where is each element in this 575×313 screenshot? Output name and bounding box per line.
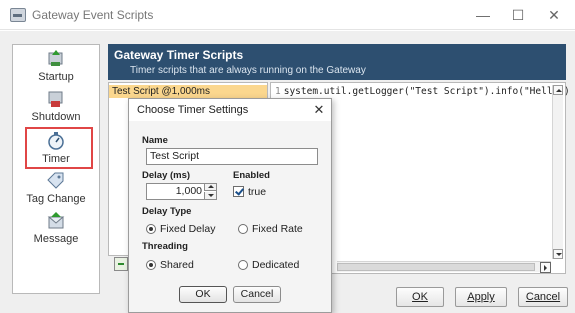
scroll-up-icon[interactable]: [553, 85, 563, 95]
dialog-cancel-button[interactable]: Cancel: [233, 286, 281, 303]
fixed-delay-radio[interactable]: [146, 224, 156, 234]
sidebar-item-label: Tag Change: [26, 193, 86, 205]
scroll-right-icon[interactable]: [540, 262, 551, 273]
delay-value: 1,000: [175, 185, 202, 197]
code-text: system.util.getLogger("Test Script").inf…: [283, 86, 570, 97]
delay-spinner[interactable]: 1,000: [146, 183, 217, 200]
shared-radio[interactable]: [146, 260, 156, 270]
delay-label: Delay (ms): [142, 170, 191, 181]
ok-button[interactable]: OK: [396, 287, 444, 307]
shutdown-icon: [48, 91, 63, 107]
message-icon: [47, 212, 65, 229]
sidebar-item-label: Message: [33, 233, 79, 245]
sidebar: Startup Shutdown Timer Tag Change Messag…: [12, 44, 100, 294]
vertical-scrollbar[interactable]: [552, 85, 563, 259]
startup-icon: [48, 50, 63, 66]
name-label: Name: [142, 135, 168, 146]
threading-label: Threading: [142, 241, 188, 252]
maximize-button[interactable]: ☐: [506, 4, 530, 26]
apply-button[interactable]: Apply: [455, 287, 507, 307]
dedicated-label: Dedicated: [252, 259, 300, 271]
dialog-ok-button[interactable]: OK: [179, 286, 227, 303]
enabled-checkbox[interactable]: [233, 186, 244, 197]
close-button[interactable]: ✕: [542, 4, 566, 26]
tag-icon: [47, 172, 64, 189]
enabled-label: Enabled: [233, 170, 270, 181]
dialog-title-bar: Choose Timer Settings ✕: [129, 99, 331, 121]
panel-header: Gateway Timer Scripts Timer scripts that…: [108, 44, 566, 80]
spinner-up-icon[interactable]: [204, 184, 216, 191]
sidebar-item-tag-change[interactable]: Tag Change: [13, 171, 99, 205]
sidebar-item-shutdown[interactable]: Shutdown: [13, 89, 99, 123]
fixed-delay-label: Fixed Delay: [160, 223, 216, 235]
enabled-checkbox-label: true: [248, 186, 267, 198]
scroll-thumb[interactable]: [337, 263, 535, 271]
header-title: Gateway Timer Scripts: [114, 48, 244, 62]
title-bar: Gateway Event Scripts — ☐ ✕: [0, 0, 575, 30]
horizontal-scrollbar[interactable]: [337, 261, 551, 273]
name-field[interactable]: Test Script: [146, 148, 318, 165]
window-title: Gateway Event Scripts: [32, 8, 154, 22]
header-subtitle: Timer scripts that are always running on…: [130, 65, 366, 76]
spinner-down-icon[interactable]: [204, 192, 216, 199]
delay-type-label: Delay Type: [142, 206, 192, 217]
list-item[interactable]: Test Script @1,000ms: [109, 85, 267, 98]
fixed-rate-label: Fixed Rate: [252, 223, 303, 235]
code-line: 1 system.util.getLogger("Test Script").in…: [271, 85, 570, 98]
line-number: 1: [275, 86, 281, 97]
cancel-button[interactable]: Cancel: [518, 287, 568, 307]
sidebar-item-label: Shutdown: [31, 111, 81, 123]
selected-item-highlight: [25, 127, 93, 169]
shared-label: Shared: [160, 259, 194, 271]
minimize-button[interactable]: —: [471, 4, 495, 26]
fixed-rate-radio[interactable]: [238, 224, 248, 234]
sidebar-item-label: Startup: [38, 71, 74, 83]
timer-settings-dialog: Choose Timer Settings ✕ Name Test Script…: [128, 98, 332, 313]
app-icon: [10, 8, 26, 22]
scroll-down-icon[interactable]: [553, 249, 563, 259]
dialog-title: Choose Timer Settings: [137, 104, 249, 116]
dedicated-radio[interactable]: [238, 260, 248, 270]
dialog-close-icon[interactable]: ✕: [311, 102, 327, 118]
sidebar-item-startup[interactable]: Startup: [13, 49, 99, 83]
sidebar-item-message[interactable]: Message: [13, 211, 99, 245]
add-script-button[interactable]: [114, 257, 128, 271]
